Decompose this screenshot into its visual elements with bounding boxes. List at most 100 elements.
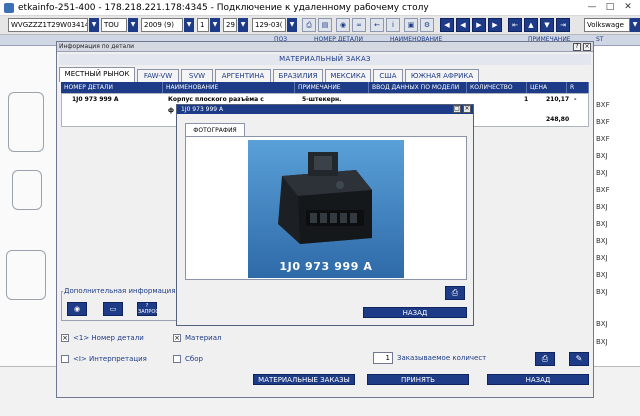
photo-maximize-icon[interactable]: □ (453, 105, 461, 113)
settings-icon[interactable]: ⚙ (420, 18, 434, 32)
row-part-number[interactable]: 1J0 973 999 A (72, 96, 119, 103)
close-icon[interactable]: ✕ (621, 2, 635, 13)
photo-dialog: 1J0 973 999 A □ × ФОТОГРАФИЯ 1J0 973 999… (176, 104, 474, 326)
part-number-checkbox[interactable]: × (61, 334, 69, 342)
bg-code: BXJ (596, 288, 608, 296)
back-button[interactable]: НАЗАД (487, 374, 589, 385)
row-price: 210,17 (546, 96, 570, 103)
illustration-select[interactable]: 129-03( (252, 18, 286, 32)
col-name[interactable]: НАИМЕНОВАНИЕ (163, 82, 295, 93)
first-page-icon[interactable]: ◀ (440, 18, 454, 32)
dialog-titlebar: Информация по детали ? × (57, 42, 593, 52)
tab-south-africa[interactable]: ЮЖНАЯ АФРИКА (405, 69, 479, 82)
tab-local-market[interactable]: МЕСТНЫЙ РЫНОК (59, 67, 135, 82)
prev-page-icon[interactable]: ◀ (456, 18, 470, 32)
bg-code: BXJ (596, 220, 608, 228)
info-icon[interactable]: i (386, 18, 400, 32)
printer-icon[interactable]: ⎙ (535, 352, 555, 366)
maximize-icon[interactable]: □ (603, 2, 617, 13)
doc-icon[interactable]: ▤ (318, 18, 332, 32)
photo-dialog-titlebar: 1J0 973 999 A □ × (177, 105, 473, 114)
vin-field[interactable]: WVGZZZ1T29W03414 (8, 18, 88, 32)
tab-usa[interactable]: США (373, 69, 403, 82)
print-icon[interactable]: ⎙ (302, 18, 316, 32)
group-select[interactable]: 1 (197, 18, 209, 32)
material-orders-button[interactable]: МАТЕРИАЛЬНЫЕ ЗАКАЗЫ (253, 374, 355, 385)
tab-svw[interactable]: SVW (181, 69, 213, 82)
nav-start-icon[interactable]: ⇤ (508, 18, 522, 32)
back-arrow-icon[interactable]: ← (370, 18, 384, 32)
accept-button[interactable]: ПРИНЯТЬ (367, 374, 469, 385)
bg-code: BXF (596, 101, 610, 109)
camera-icon[interactable]: ◉ (67, 302, 87, 316)
illustration-sketch (8, 92, 44, 152)
make-select[interactable]: Volkswage (584, 18, 630, 32)
illustration-sketch (12, 170, 42, 210)
year-dropdown-icon[interactable]: ▼ (184, 18, 194, 32)
collect-checkbox[interactable] (173, 355, 181, 363)
help-icon[interactable]: ? (573, 43, 581, 51)
link-icon[interactable]: ∞ (352, 18, 366, 32)
subgroup-select[interactable]: 29 (223, 18, 237, 32)
connector-image (248, 140, 404, 278)
bg-code: BXJ (596, 152, 608, 160)
request-label: ЗАПРОС (138, 309, 159, 315)
col-r[interactable]: R (567, 82, 589, 93)
row-note: 5-штекерн. (302, 96, 342, 103)
col-quantity[interactable]: КОЛИЧЕСТВО (467, 82, 527, 93)
bg-col-st: ST (596, 36, 604, 43)
order-qty-input[interactable]: 1 (373, 352, 393, 364)
nav-down-icon[interactable]: ▼ (540, 18, 554, 32)
group-dropdown-icon[interactable]: ▼ (210, 18, 220, 32)
tab-mexico[interactable]: МЕКСИКА (325, 69, 371, 82)
interpretation-checkbox[interactable] (61, 355, 69, 363)
photo-dialog-title: 1J0 973 999 A (181, 106, 224, 113)
section-heading: МАТЕРИАЛЬНЫЙ ЗАКАЗ (59, 54, 591, 65)
illustration-dropdown-icon[interactable]: ▼ (287, 18, 297, 32)
minimize-icon[interactable]: — (585, 2, 599, 13)
lock-icon[interactable]: ▣ (404, 18, 418, 32)
row-quantity[interactable]: 1 (524, 96, 528, 103)
brand-dropdown-icon[interactable]: ▼ (128, 18, 138, 32)
bg-code: BXJ (596, 271, 608, 279)
col-price[interactable]: ЦЕНА (527, 82, 567, 93)
window-titlebar: etkainfo-251-400 - 178.218.221.178:4345 … (0, 0, 640, 16)
photo-frame: 1J0 973 999 A (185, 136, 467, 280)
col-model-data[interactable]: ВВОД ДАННЫХ ПО МОДЕЛИ (369, 82, 467, 93)
order-qty-label: Заказываемое количест (397, 354, 487, 362)
last-page-icon[interactable]: ▶ (488, 18, 502, 32)
material-label: Материал (185, 334, 222, 342)
col-note[interactable]: ПРИМЕЧАНИЕ (295, 82, 369, 93)
row-name[interactable]: Корпус плоского разъёма с (168, 96, 264, 103)
row-name-cont: ф (168, 107, 174, 114)
remote-desktop-icon (4, 3, 14, 13)
tab-faw-vw[interactable]: FAW-VW (137, 69, 179, 82)
col-part-number[interactable]: НОМЕР ДЕТАЛИ (61, 82, 163, 93)
tab-argentina[interactable]: АРГЕНТИНА (215, 69, 271, 82)
bg-code: BXJ (596, 338, 608, 346)
screen-icon[interactable]: ▭ (103, 302, 123, 316)
bg-code: BXF (596, 135, 610, 143)
material-checkbox[interactable]: × (173, 334, 181, 342)
request-button[interactable]: ? ЗАПРОС (137, 302, 159, 316)
bg-code: BXF (596, 118, 610, 126)
edit-icon[interactable]: ✎ (569, 352, 589, 366)
nav-up-icon[interactable]: ▲ (524, 18, 538, 32)
make-dropdown-icon[interactable]: ▼ (630, 18, 640, 32)
tab-brazil[interactable]: БРАЗИЛИЯ (273, 69, 323, 82)
bg-code: BXJ (596, 254, 608, 262)
photo-back-button[interactable]: НАЗАД (363, 307, 467, 318)
subgroup-dropdown-icon[interactable]: ▼ (238, 18, 248, 32)
view-icon[interactable]: ◉ (336, 18, 350, 32)
tab-photo[interactable]: ФОТОГРАФИЯ (185, 123, 245, 137)
vin-dropdown-icon[interactable]: ▼ (89, 18, 99, 32)
year-select[interactable]: 2009 (9) (141, 18, 183, 32)
part-photo: 1J0 973 999 A (248, 140, 404, 278)
dialog-close-icon[interactable]: × (583, 43, 591, 51)
brand-select[interactable]: TOU (101, 18, 127, 32)
photo-print-icon[interactable]: ⎙ (445, 286, 465, 300)
photo-close-icon[interactable]: × (463, 105, 471, 113)
bg-code: BXJ (596, 237, 608, 245)
next-page-icon[interactable]: ▶ (472, 18, 486, 32)
nav-end-icon[interactable]: ⇥ (556, 18, 570, 32)
